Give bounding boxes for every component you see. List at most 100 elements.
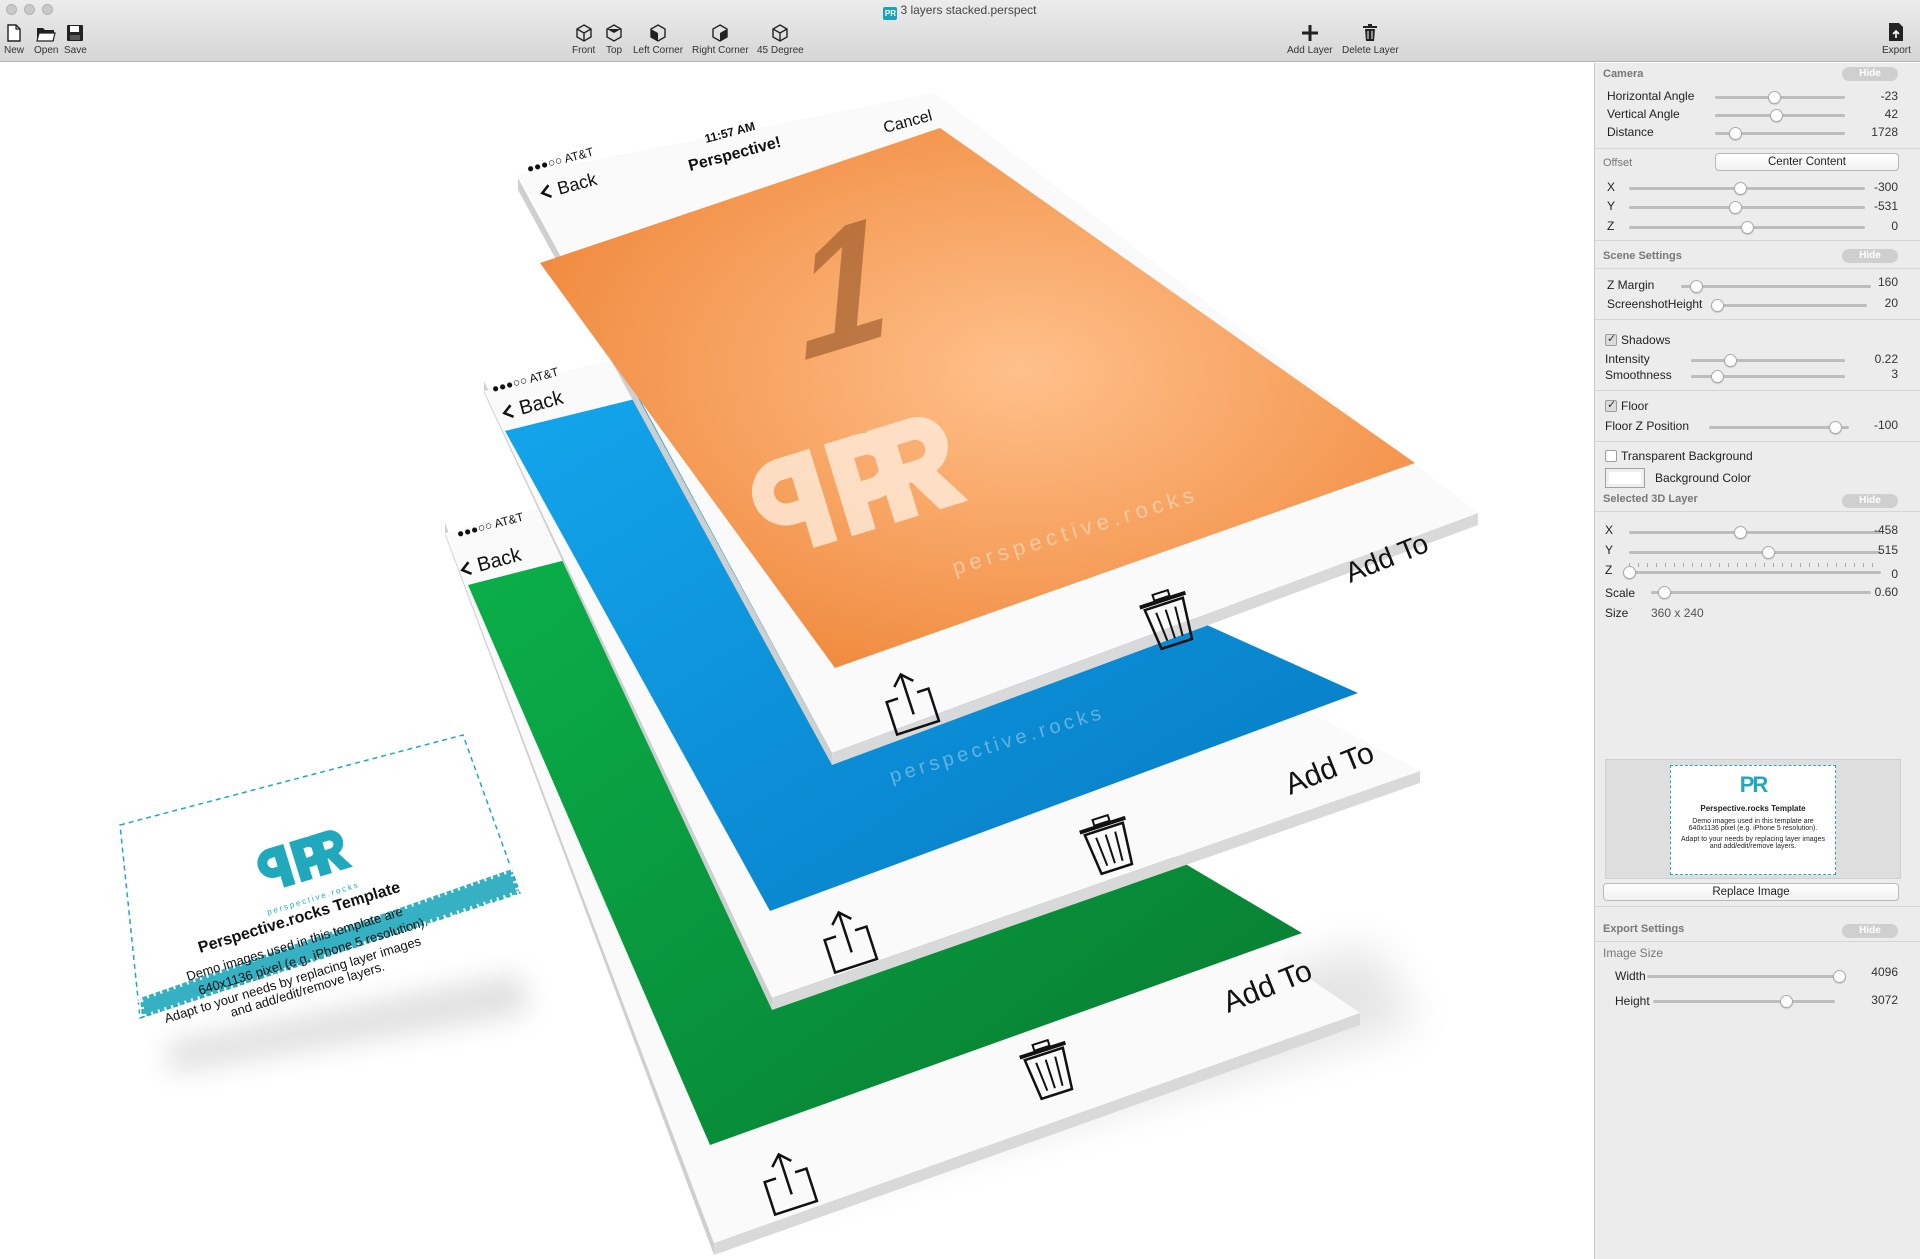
z-margin-knob[interactable]	[1690, 280, 1704, 293]
scale-label: Scale	[1605, 586, 1636, 600]
floor-z-position-value: -100	[1873, 418, 1898, 432]
smoothness-knob[interactable]	[1711, 370, 1725, 383]
preview-line-3: Adapt to your needs by replacing layer i…	[1681, 836, 1825, 843]
save-button[interactable]: Save	[64, 20, 87, 56]
camera-header: Camera	[1603, 68, 1644, 80]
layer-x-knob[interactable]	[1733, 526, 1747, 539]
floor-checkbox[interactable]	[1605, 398, 1617, 412]
new-button[interactable]: New	[4, 20, 24, 56]
smoothness-slider[interactable]	[1691, 370, 1845, 383]
scene-hide-button[interactable]: Hide	[1842, 249, 1898, 263]
export-button[interactable]: Export	[1882, 20, 1911, 56]
left-corner-label: Left Corner	[633, 45, 684, 56]
cube-top-icon	[605, 20, 623, 42]
replace-image-button[interactable]: Replace Image	[1603, 883, 1899, 901]
center-content-button[interactable]: Center Content	[1715, 153, 1899, 171]
top-label: Top	[605, 45, 623, 56]
delete-layer-button[interactable]: Delete Layer	[1342, 20, 1399, 56]
layer-y-knob[interactable]	[1761, 546, 1775, 559]
z-margin-label: Z Margin	[1607, 278, 1655, 292]
floor-label: Floor	[1621, 399, 1649, 413]
preview-line-2: 640x1136 pixel (e.g. iPhone 5 resolution…	[1688, 825, 1818, 832]
background-color-well[interactable]	[1605, 468, 1645, 488]
export-hide-button[interactable]: Hide	[1842, 924, 1898, 938]
z-margin-slider[interactable]	[1681, 280, 1871, 293]
offset-x-label: X	[1607, 180, 1616, 194]
background-color-label: Background Color	[1655, 471, 1752, 485]
layer-y-label: Y	[1605, 543, 1614, 557]
distance-knob[interactable]	[1728, 127, 1742, 140]
separator	[1595, 148, 1920, 149]
45-degree-view-button[interactable]: 45 Degree	[757, 20, 804, 56]
shadows-checkbox[interactable]	[1605, 332, 1617, 346]
layer-z-slider[interactable]	[1623, 566, 1881, 579]
offset-y-knob[interactable]	[1729, 201, 1743, 214]
vertical-angle-slider[interactable]	[1715, 109, 1845, 122]
horizontal-angle-knob[interactable]	[1767, 91, 1781, 104]
export-height-knob[interactable]	[1779, 995, 1793, 1008]
export-height-label: Height	[1615, 994, 1650, 1008]
transparent-background-checkbox[interactable]	[1605, 450, 1617, 462]
right-corner-view-button[interactable]: Right Corner	[692, 20, 749, 56]
layer-y-slider[interactable]	[1629, 546, 1881, 559]
separator	[1595, 390, 1920, 391]
offset-y-slider[interactable]	[1629, 201, 1865, 214]
floor-z-position-slider[interactable]	[1709, 421, 1849, 434]
offset-z-knob[interactable]	[1741, 221, 1754, 234]
export-height-slider[interactable]	[1653, 995, 1835, 1008]
export-width-slider[interactable]	[1647, 970, 1847, 983]
cube-45-degree-icon	[771, 20, 789, 42]
floor-z-position-label: Floor Z Position	[1605, 419, 1690, 433]
intensity-value: 0.22	[1874, 352, 1898, 366]
preview-line-4: and add/edit/remove layers.	[1709, 843, 1797, 850]
save-label: Save	[64, 45, 87, 56]
separator	[1595, 906, 1920, 907]
intensity-knob[interactable]	[1723, 354, 1737, 367]
offset-x-slider[interactable]	[1629, 182, 1865, 195]
floor-z-position-knob[interactable]	[1829, 421, 1842, 434]
open-button[interactable]: Open	[34, 20, 58, 56]
left-corner-view-button[interactable]: Left Corner	[633, 20, 683, 56]
offset-z-label: Z	[1607, 219, 1615, 233]
horizontal-angle-slider[interactable]	[1715, 91, 1845, 104]
screenshot-height-slider[interactable]	[1710, 299, 1867, 312]
intensity-slider[interactable]	[1691, 354, 1845, 367]
add-layer-button[interactable]: Add Layer	[1287, 20, 1333, 56]
distance-label: Distance	[1607, 125, 1654, 139]
front-view-button[interactable]: Front	[572, 20, 595, 56]
top-view-button[interactable]: Top	[605, 20, 623, 56]
offset-y-label: Y	[1607, 199, 1616, 213]
layer-z-value: 0	[1891, 567, 1898, 581]
template-card-layer[interactable]: perspective.rocks Perspective.rocks Temp…	[119, 734, 524, 1026]
floppy-disk-icon	[66, 20, 84, 42]
layer-x-slider[interactable]	[1629, 526, 1881, 539]
layer-z-label: Z	[1605, 563, 1613, 577]
new-document-icon	[7, 20, 21, 42]
layer-x-label: X	[1605, 523, 1614, 537]
scene-canvas[interactable]: ●●●○○ AT&T Back Add To ●●●○○ AT&T Back p…	[0, 63, 1593, 1259]
delete-layer-label: Delete Layer	[1342, 45, 1399, 56]
layer-x-value: -458	[1873, 523, 1898, 537]
add-layer-label: Add Layer	[1287, 45, 1333, 56]
new-label: New	[4, 45, 25, 56]
camera-hide-button[interactable]: Hide	[1842, 67, 1898, 81]
export-width-knob[interactable]	[1833, 970, 1847, 983]
layer-hide-button[interactable]: Hide	[1842, 494, 1898, 508]
screenshot-height-knob[interactable]	[1710, 299, 1724, 312]
folder-icon	[36, 20, 57, 42]
layer-image-preview[interactable]: PR Perspective.rocks Template Demo image…	[1605, 759, 1901, 879]
transparent-background-label: Transparent Background	[1621, 449, 1753, 463]
vertical-angle-label: Vertical Angle	[1607, 107, 1680, 121]
vertical-angle-knob[interactable]	[1770, 109, 1784, 122]
scale-knob[interactable]	[1658, 586, 1672, 599]
offset-z-slider[interactable]	[1629, 221, 1865, 234]
layer-z-knob[interactable]	[1623, 566, 1636, 579]
inspector-panel: Camera Hide Horizontal Angle -23 Vertica…	[1594, 63, 1920, 1259]
scale-slider[interactable]	[1651, 586, 1871, 599]
distance-slider[interactable]	[1715, 127, 1845, 140]
horizontal-angle-label: Horizontal Angle	[1607, 89, 1695, 103]
export-width-label: Width	[1615, 969, 1646, 983]
vertical-angle-value: 42	[1884, 107, 1898, 121]
scene-viewport[interactable]: ●●●○○ AT&T Back Add To ●●●○○ AT&T Back p…	[0, 63, 1593, 1259]
offset-x-knob[interactable]	[1733, 182, 1747, 195]
